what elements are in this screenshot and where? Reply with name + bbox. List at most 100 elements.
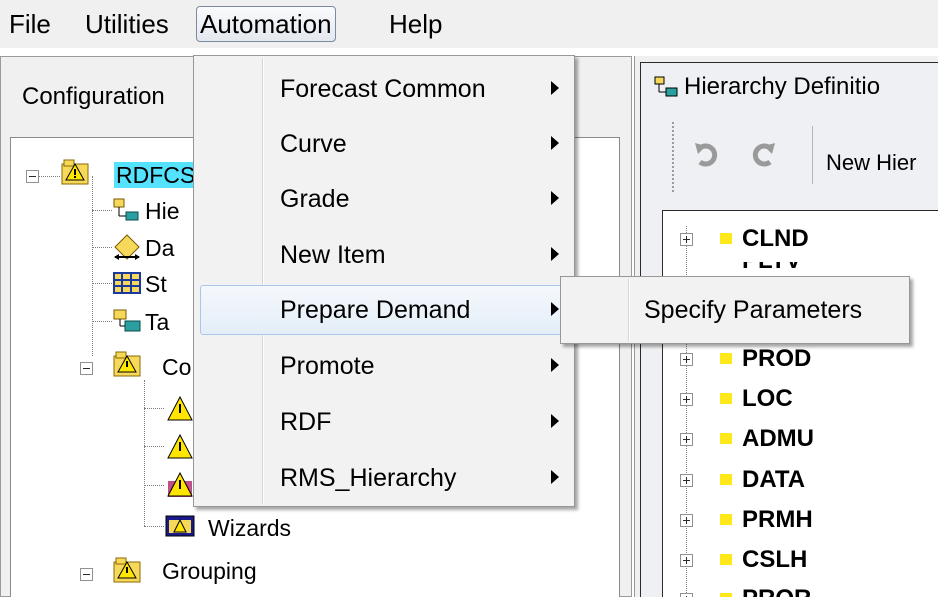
menu-item-new-item[interactable]: New Item (196, 228, 572, 282)
hierarchy-marker-icon (720, 514, 732, 525)
hierarchy-label: PROD (742, 345, 812, 372)
tree-expand-toggle[interactable] (680, 393, 693, 406)
redo-icon[interactable] (748, 140, 778, 170)
chevron-right-icon (551, 414, 559, 428)
hierarchy-marker-icon (720, 353, 732, 364)
menu-item-rdf[interactable]: RDF (196, 395, 572, 449)
hierarchy-row[interactable]: CSLH (662, 545, 938, 575)
hierarchy-label: PROR (742, 584, 811, 597)
hierarchy-window-icon (654, 76, 678, 97)
toolbar-grip[interactable] (672, 122, 674, 192)
tree-node-dimensions[interactable]: Da (145, 233, 174, 263)
menu-utilities[interactable]: Utilities (82, 6, 172, 42)
menu-automation[interactable]: Automation (196, 6, 336, 42)
hierarchy-row[interactable]: CLND (662, 224, 938, 254)
menu-item-forecast-common[interactable]: Forecast Common (196, 62, 572, 116)
menu-help[interactable]: Help (386, 6, 445, 42)
hierarchy-label: PLTV (742, 262, 802, 276)
tree-expand-toggle[interactable] (680, 554, 693, 567)
hierarchy-row[interactable]: PROR (662, 584, 938, 597)
structure-grid-icon (113, 272, 141, 294)
tree-node-grouping[interactable]: Grouping (162, 556, 257, 586)
menu-item-label: Promote (280, 352, 375, 380)
warning-component-icon (167, 433, 193, 459)
tree-connector (38, 176, 60, 177)
warning-folder-icon (113, 351, 141, 377)
tree-collapse-toggle[interactable] (80, 362, 93, 375)
hierarchy-row[interactable]: LOC (662, 384, 938, 414)
menu-item-label: Grade (280, 185, 350, 213)
menu-item-promote[interactable]: Promote (196, 339, 572, 393)
menu-item-label: RDF (280, 408, 332, 436)
tree-node-root[interactable]: RDFCS (114, 160, 198, 190)
menu-item-curve[interactable]: Curve (196, 117, 572, 171)
tree-connector (144, 485, 164, 486)
toolbar-separator (812, 126, 813, 184)
chevron-right-icon (551, 136, 559, 150)
hierarchy-row[interactable]: PRMH (662, 505, 938, 535)
tree-node-structures[interactable]: St (145, 269, 167, 299)
hierarchy-row[interactable]: PROD (662, 344, 938, 374)
hierarchy-label: ADMU (742, 425, 814, 452)
warning-component-icon (167, 471, 193, 497)
tree-connector (144, 446, 164, 447)
tree-connector (144, 408, 164, 409)
tree-expand-toggle[interactable] (680, 514, 693, 527)
tree-node-wizards[interactable]: Wizards (208, 513, 291, 543)
tree-connector (92, 247, 112, 248)
hierarchy-marker-icon (720, 474, 732, 485)
tree-node-tasks[interactable]: Ta (145, 307, 169, 337)
menu-item-prepare-demand[interactable]: Prepare Demand (196, 283, 572, 337)
tree-expand-toggle[interactable] (680, 593, 693, 597)
tree-expand-toggle[interactable] (680, 233, 693, 246)
menu-icon-gutter (628, 279, 630, 341)
chevron-right-icon (551, 191, 559, 205)
menu-bar: File Utilities Automation Help (0, 0, 938, 48)
menu-item-grade[interactable]: Grade (196, 172, 572, 226)
warning-component-icon (167, 395, 193, 421)
tree-connector (92, 176, 93, 356)
hierarchy-row[interactable]: PLTV (662, 262, 938, 276)
chevron-right-icon (551, 358, 559, 372)
menu-item-label: RMS_Hierarchy (280, 464, 457, 492)
hierarchy-row[interactable]: DATA (662, 465, 938, 495)
hierarchy-icon (113, 198, 139, 221)
dimension-icon (114, 234, 140, 260)
tree-connector (92, 321, 112, 322)
hierarchy-label: PRMH (742, 506, 813, 533)
hierarchy-marker-icon (720, 393, 732, 404)
configuration-panel-title: Configuration (22, 83, 165, 110)
tree-expand-toggle[interactable] (680, 433, 693, 446)
tree-connector (92, 283, 112, 284)
tree-node-hierarchies[interactable]: Hie (145, 196, 180, 226)
menu-file[interactable]: File (6, 6, 54, 42)
menu-item-rms-hierarchy[interactable]: RMS_Hierarchy (196, 451, 572, 505)
hierarchy-label: CSLH (742, 546, 808, 573)
hierarchy-label: DATA (742, 466, 806, 493)
warning-folder-icon (113, 557, 141, 583)
hierarchy-row[interactable]: ADMU (662, 424, 938, 454)
menu-item-label: Forecast Common (280, 75, 486, 103)
tree-expand-toggle[interactable] (680, 474, 693, 487)
tree-connector (92, 210, 112, 211)
hierarchy-label: LOC (742, 385, 793, 412)
tree-collapse-toggle[interactable] (80, 568, 93, 581)
hierarchy-label: CLND (742, 225, 809, 252)
tree-node-root-label: RDFCS (114, 162, 198, 188)
task-icon (113, 309, 141, 332)
tree-node-components[interactable]: Co (162, 352, 191, 382)
tree-expand-toggle[interactable] (680, 353, 693, 366)
menu-item-label: Curve (280, 130, 347, 158)
undo-icon[interactable] (692, 140, 722, 170)
menu-item-specify-parameters[interactable]: Specify Parameters (644, 282, 862, 338)
chevron-right-icon (551, 470, 559, 484)
chevron-right-icon (551, 81, 559, 95)
new-hierarchy-button[interactable]: New Hier (826, 148, 916, 178)
chevron-right-icon (551, 302, 559, 316)
warning-folder-icon (61, 159, 89, 185)
hierarchy-marker-icon (720, 433, 732, 444)
menu-item-label: New Item (280, 241, 386, 269)
wizard-icon (165, 515, 195, 537)
hierarchy-definition-title: Hierarchy Definitio (684, 73, 881, 100)
tree-collapse-toggle[interactable] (26, 170, 39, 183)
